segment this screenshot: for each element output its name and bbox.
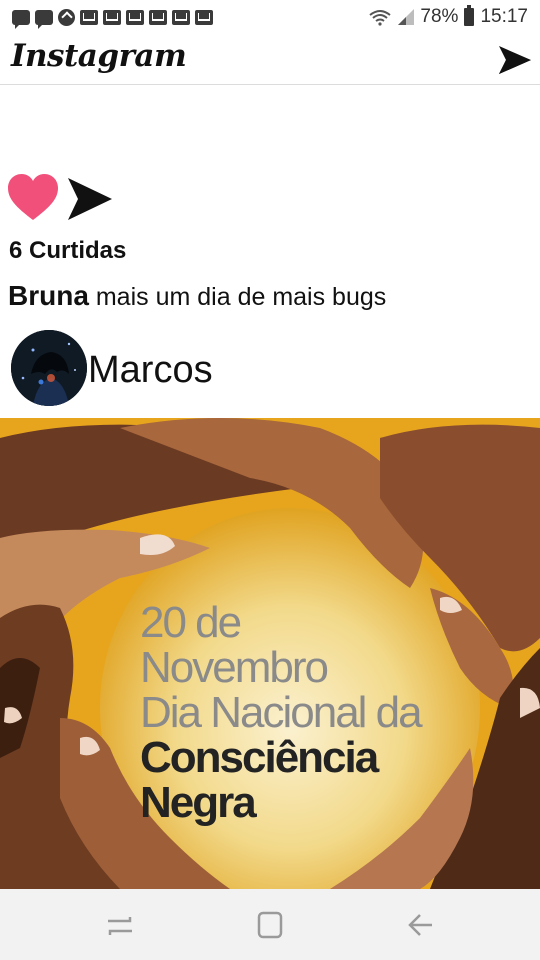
recent-apps-icon[interactable] [100, 907, 140, 943]
app-icon [58, 9, 75, 26]
mail-icon [103, 10, 121, 25]
send-icon[interactable] [497, 44, 533, 76]
image-text-line5: Negra [140, 778, 257, 827]
signal-icon [398, 9, 415, 25]
photo-mail-icon [195, 10, 213, 25]
mail-icon [172, 10, 190, 25]
battery-percent: 78% [420, 6, 459, 27]
home-icon[interactable] [250, 907, 290, 943]
clock: 15:17 [480, 6, 528, 27]
avatar-image [11, 330, 87, 406]
image-text-line2: Novembro [140, 643, 329, 692]
post-caption: Bruna mais um dia de mais bugs [8, 280, 386, 312]
app-header: Instagram [0, 36, 540, 85]
image-text-line3: Dia Nacional da [140, 688, 423, 737]
status-indicators: 78% 15:17 [368, 5, 528, 28]
status-bar: 78% 15:17 [0, 0, 540, 36]
avatar[interactable] [11, 330, 87, 406]
likes-count[interactable]: 6 Curtidas [9, 237, 126, 265]
photo-mail-icon [149, 10, 167, 25]
navigation-bar [0, 889, 540, 960]
share-send-icon[interactable] [66, 176, 114, 222]
heart-icon[interactable] [6, 172, 60, 224]
caption-author[interactable]: Bruna [8, 280, 89, 311]
instagram-logo: Instagram [11, 38, 187, 74]
post-image-text: 20 de Novembro Dia Nacional da Consciênc… [140, 598, 423, 827]
mail-icon [80, 10, 98, 25]
battery-icon [464, 5, 475, 26]
mail-icon [126, 10, 144, 25]
commenter-username[interactable]: Marcos [88, 349, 213, 392]
image-text-line4: Consciência [140, 733, 379, 782]
image-text-line1: 20 de [140, 598, 242, 647]
post-image[interactable]: 20 de Novembro Dia Nacional da Consciênc… [0, 418, 540, 889]
caption-text: mais um dia de mais bugs [95, 283, 387, 311]
notification-icons [12, 9, 213, 29]
chat-icon [35, 10, 53, 29]
chat-icon [12, 10, 30, 29]
back-icon[interactable] [400, 907, 440, 943]
wifi-icon [369, 10, 392, 26]
